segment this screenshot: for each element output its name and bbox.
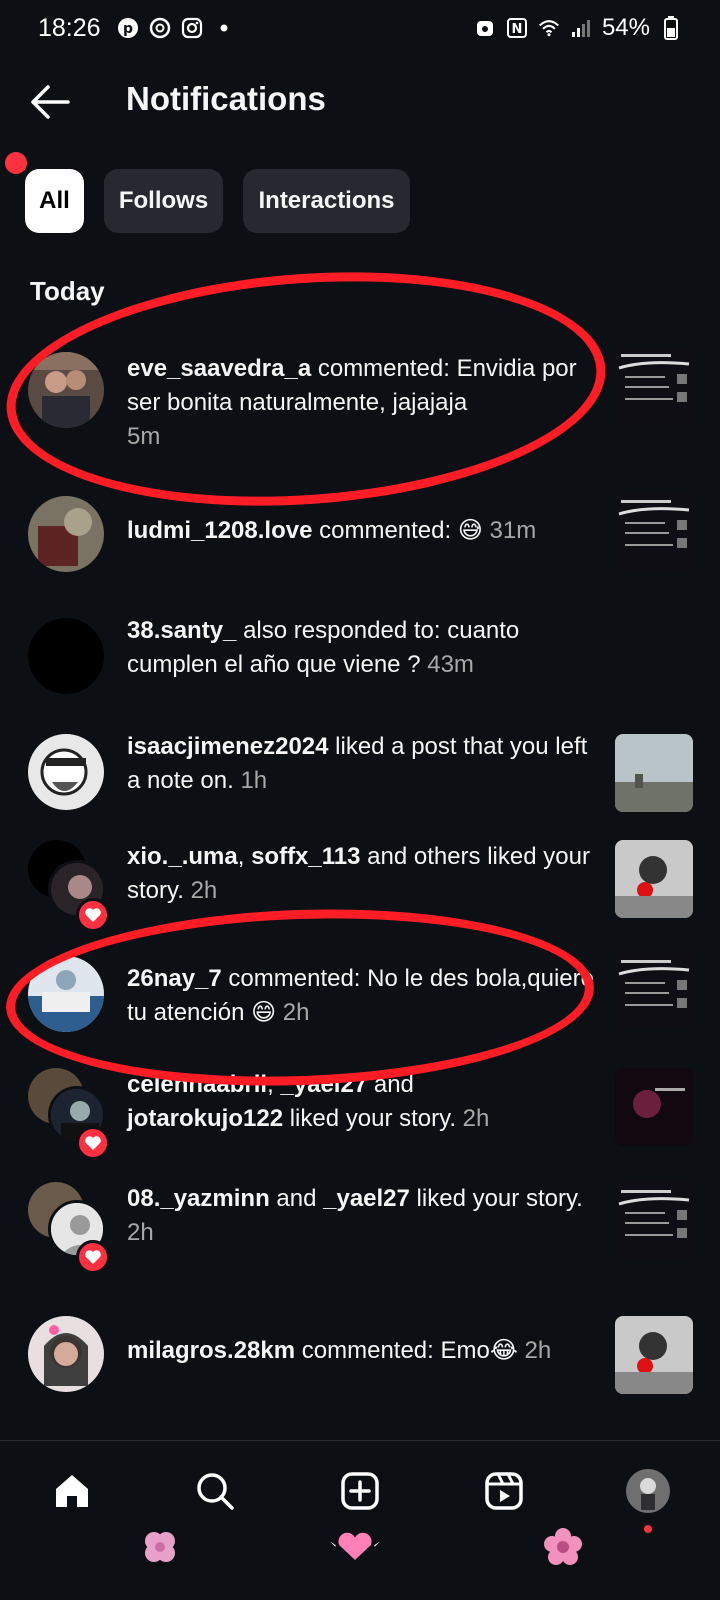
reels-icon xyxy=(485,1472,523,1510)
post-thumbnail[interactable] xyxy=(615,952,693,1030)
pinterest-icon: p xyxy=(117,17,139,39)
heart-home-icon xyxy=(330,1532,380,1560)
notification-text: 08._yazminn and _yael27 liked your story… xyxy=(127,1185,583,1246)
recent-apps-button[interactable] xyxy=(135,1522,185,1572)
timestamp: 2h xyxy=(282,999,310,1026)
notification-text: celennaabril, _yael27 and jotarokujo122 … xyxy=(127,1071,490,1132)
username: milagros.28km xyxy=(127,1337,296,1364)
timestamp: 5m xyxy=(127,423,161,450)
heart-badge-icon xyxy=(76,1126,110,1160)
heart-badge-icon xyxy=(76,1240,110,1274)
username: xio._.uma xyxy=(127,843,238,870)
notification-row[interactable]: 26nay_7 commented: No le des bola,quiere… xyxy=(0,952,720,1052)
username: isaacjimenez2024 xyxy=(127,733,329,760)
search-icon xyxy=(197,1473,234,1510)
flower-back-icon xyxy=(544,1528,582,1565)
notification-text: eve_saavedra_a commented: Envidia por se… xyxy=(127,355,577,450)
nav-profile[interactable] xyxy=(620,1463,676,1519)
back-button[interactable] xyxy=(28,82,72,122)
battery-percent: 54% xyxy=(601,14,650,41)
post-thumbnail[interactable] xyxy=(615,1068,693,1146)
post-thumbnail[interactable] xyxy=(615,1182,693,1260)
back-system-button[interactable] xyxy=(538,1522,588,1572)
username: celennaabril xyxy=(127,1071,268,1098)
page-title: Notifications xyxy=(126,80,326,117)
nav-create[interactable] xyxy=(332,1463,388,1519)
notification-row[interactable]: isaacjimenez2024 liked a post that you l… xyxy=(0,730,720,830)
timestamp: 2h xyxy=(524,1337,552,1364)
wifi-icon xyxy=(538,17,560,39)
notification-text: milagros.28km commented: Emo😂 2h xyxy=(127,1337,552,1364)
create-icon xyxy=(341,1472,379,1510)
instagram-icon xyxy=(181,17,203,39)
filter-interactions[interactable]: Interactions xyxy=(243,169,410,233)
notification-text: 38.santy_ also responded to: cuanto cump… xyxy=(127,617,520,678)
username: 38.santy_ xyxy=(127,617,237,644)
avatar[interactable] xyxy=(28,352,104,428)
alarm-icon xyxy=(474,17,496,39)
username: jotarokujo122 xyxy=(127,1105,284,1132)
notification-text: ludmi_1208.love commented: 😅 31m xyxy=(127,517,537,544)
avatar[interactable] xyxy=(28,496,104,572)
username: 08._yazminn xyxy=(127,1185,270,1212)
avatar[interactable] xyxy=(28,956,104,1032)
timestamp: 31m xyxy=(489,517,537,544)
notification-row[interactable]: 38.santy_ also responded to: cuanto cump… xyxy=(0,614,720,714)
post-thumbnail[interactable] xyxy=(615,492,693,570)
notification-row[interactable]: ludmi_1208.love commented: 😅 31m xyxy=(0,492,720,582)
profile-notification-dot xyxy=(644,1525,652,1533)
bottom-nav xyxy=(0,1440,720,1600)
avatar[interactable] xyxy=(28,618,104,694)
svg-text:p: p xyxy=(123,21,133,37)
timestamp: 1h xyxy=(240,767,268,794)
home-button[interactable] xyxy=(330,1522,380,1572)
notification-text: xio._.uma, soffx_113 and others liked yo… xyxy=(127,843,590,904)
username: soffx_113 xyxy=(251,843,361,870)
back-arrow-icon xyxy=(31,85,70,119)
signal-icon xyxy=(570,17,592,39)
notification-row[interactable]: celennaabril, _yael27 and jotarokujo122 … xyxy=(0,1068,720,1168)
heart-badge-icon xyxy=(76,898,110,932)
username: eve_saavedra_a xyxy=(127,355,312,382)
status-time: 18:26 xyxy=(38,13,101,42)
svg-text:N: N xyxy=(512,22,523,37)
section-today: Today xyxy=(30,276,105,306)
notification-text: 26nay_7 commented: No le des bola,quiere… xyxy=(127,965,594,1026)
header: Notifications xyxy=(0,66,720,138)
username: ludmi_1208.love xyxy=(127,517,313,544)
nav-search[interactable] xyxy=(187,1463,243,1519)
notification-row[interactable]: eve_saavedra_a commented: Envidia por se… xyxy=(0,344,720,450)
post-thumbnail[interactable] xyxy=(615,1316,693,1394)
username: _yael27 xyxy=(323,1185,410,1212)
timestamp: 2h xyxy=(190,877,218,904)
username: 26nay_7 xyxy=(127,965,222,992)
notification-row[interactable]: xio._.uma, soffx_113 and others liked yo… xyxy=(0,840,720,940)
timestamp: 2h xyxy=(462,1105,490,1132)
threads-icon xyxy=(149,17,171,39)
unread-dot xyxy=(5,152,27,174)
post-thumbnail[interactable] xyxy=(615,346,693,424)
avatar[interactable] xyxy=(28,734,104,810)
timestamp: 43m xyxy=(427,651,474,678)
avatar[interactable] xyxy=(28,1316,104,1392)
more-dot-icon xyxy=(213,17,235,39)
notification-row[interactable]: milagros.28km commented: Emo😂 2h xyxy=(0,1316,720,1406)
notification-row[interactable]: 08._yazminn and _yael27 liked your story… xyxy=(0,1182,720,1282)
nfc-icon: N xyxy=(506,17,528,39)
nav-home[interactable] xyxy=(44,1463,100,1519)
battery-icon xyxy=(660,16,682,40)
flower-recents-icon xyxy=(145,1532,175,1562)
username: _yael27 xyxy=(280,1071,368,1098)
nav-reels[interactable] xyxy=(476,1463,532,1519)
notification-text: isaacjimenez2024 liked a post that you l… xyxy=(127,733,588,794)
status-bar: 18:26 p N 54% xyxy=(0,0,720,56)
filter-all[interactable]: All xyxy=(25,169,84,233)
profile-avatar xyxy=(626,1469,670,1513)
post-thumbnail[interactable] xyxy=(615,840,693,918)
post-thumbnail[interactable] xyxy=(615,734,693,812)
filter-follows[interactable]: Follows xyxy=(104,169,223,233)
filter-tabs: All Follows Interactions xyxy=(25,169,410,233)
home-icon xyxy=(56,1475,88,1507)
timestamp: 2h xyxy=(127,1219,154,1246)
